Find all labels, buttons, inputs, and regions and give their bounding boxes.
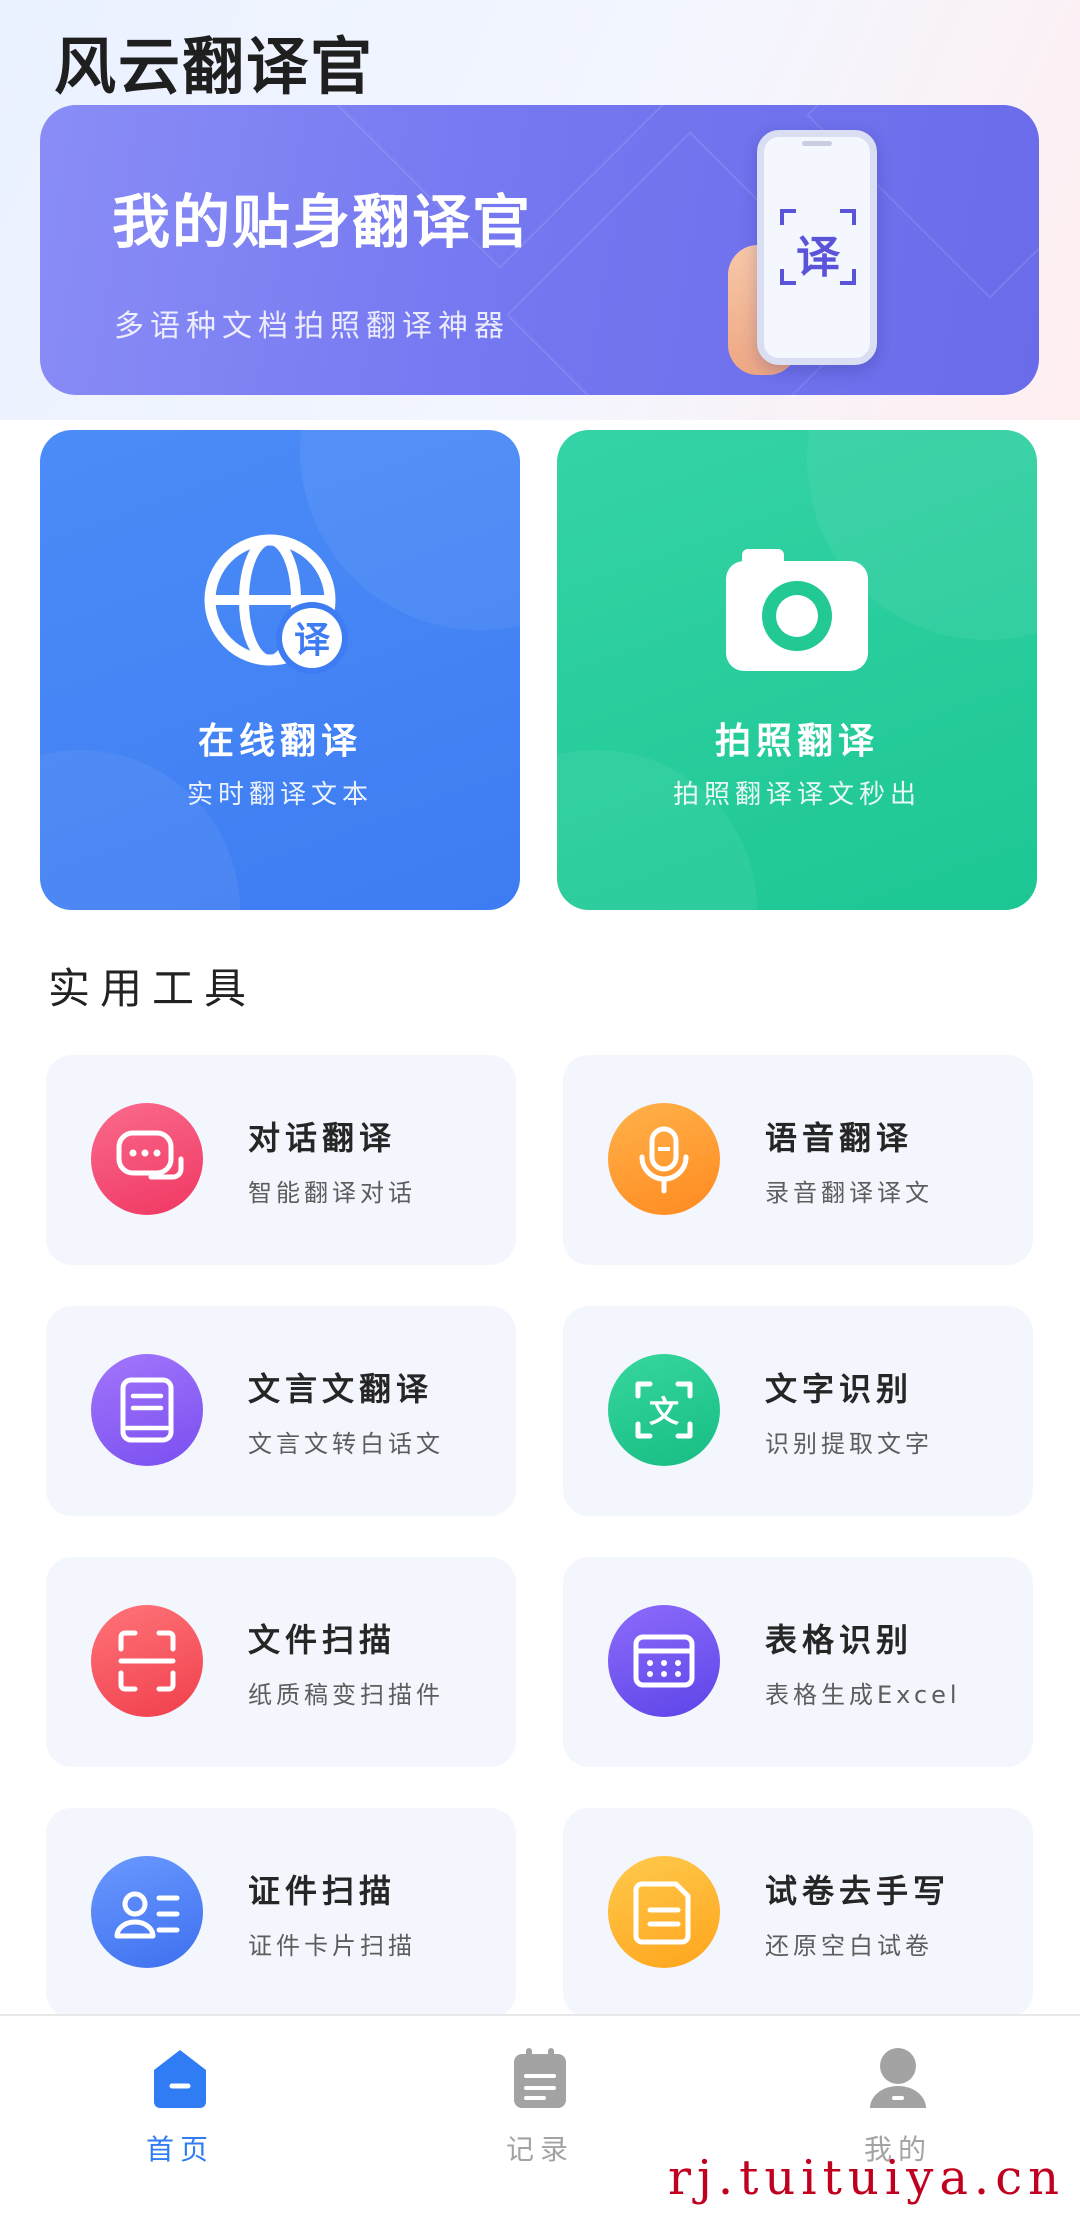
tool-desc: 文言文转白话文	[248, 1430, 444, 1458]
tool-document-scan[interactable]: 文件扫描 纸质稿变扫描件	[46, 1557, 516, 1767]
tool-desc: 录音翻译译文	[765, 1179, 933, 1207]
tool-name: 证件扫描	[248, 1872, 397, 1910]
watermark: rj.tuituiya.cn	[668, 2150, 1065, 2206]
tool-desc: 智能翻译对话	[248, 1179, 416, 1207]
globe-translate-icon: 译	[204, 534, 348, 674]
tool-name: 文言文翻译	[248, 1370, 434, 1408]
photo-translate-title: 拍照翻译	[714, 721, 879, 762]
tool-voice-translate[interactable]: 语音翻译 录音翻译译文	[563, 1055, 1033, 1265]
tool-name: 文件扫描	[248, 1621, 397, 1659]
online-translate-subtitle: 实时翻译文本	[186, 780, 373, 810]
text-glyph: 文	[649, 1395, 679, 1430]
tab-records[interactable]: 记录	[440, 2036, 640, 2176]
id-card-icon	[91, 1856, 203, 1968]
tool-name: 语音翻译	[765, 1119, 914, 1157]
tab-home[interactable]: 首页	[80, 2036, 280, 2176]
home-icon	[154, 2050, 206, 2108]
tool-classical-translate[interactable]: 文言文翻译 文言文转白话文	[46, 1306, 516, 1516]
online-translate-title: 在线翻译	[197, 721, 362, 762]
document-scan-icon	[91, 1605, 203, 1717]
tab-label: 记录	[505, 2133, 574, 2166]
tool-name: 对话翻译	[248, 1119, 397, 1157]
tool-text-recognition[interactable]: 文 文字识别 识别提取文字	[563, 1306, 1033, 1516]
photo-translate-card[interactable]: 拍照翻译 拍照翻译译文秒出	[557, 430, 1037, 910]
promo-banner[interactable]: 我的贴身翻译官 多语种文档拍照翻译神器 译	[40, 105, 1039, 395]
tool-name: 表格识别	[765, 1621, 914, 1659]
app-title: 风云翻译官	[54, 30, 375, 103]
tool-conversation-translate[interactable]: 对话翻译 智能翻译对话	[46, 1055, 516, 1265]
tool-table-recognition[interactable]: 表格识别 表格生成Excel	[563, 1557, 1033, 1767]
tab-label: 首页	[145, 2133, 214, 2166]
tool-desc: 纸质稿变扫描件	[248, 1681, 444, 1709]
phone-illustration: 译	[757, 130, 877, 365]
banner-title: 我的贴身翻译官	[112, 188, 533, 256]
tool-desc: 证件卡片扫描	[248, 1932, 416, 1960]
tool-desc: 还原空白试卷	[765, 1932, 933, 1960]
chat-bubble-icon	[91, 1103, 203, 1215]
banner-subtitle: 多语种文档拍照翻译神器	[114, 309, 510, 344]
text-scan-icon: 文	[608, 1354, 720, 1466]
microphone-icon	[608, 1103, 720, 1215]
camera-icon	[726, 549, 868, 671]
profile-icon	[870, 2048, 926, 2108]
tool-remove-handwriting[interactable]: 试卷去手写 还原空白试卷	[563, 1808, 1033, 2018]
tool-name: 试卷去手写	[765, 1872, 951, 1910]
book-icon	[91, 1354, 203, 1466]
tool-name: 文字识别	[765, 1370, 914, 1408]
tool-id-scan[interactable]: 证件扫描 证件卡片扫描	[46, 1808, 516, 2018]
tools-section-title: 实用工具	[48, 964, 257, 1013]
paper-icon	[608, 1856, 720, 1968]
translate-glyph: 译	[294, 620, 331, 661]
table-icon	[608, 1605, 720, 1717]
tool-desc: 表格生成Excel	[765, 1681, 961, 1709]
translate-glyph: 译	[796, 232, 840, 283]
online-translate-card[interactable]: 译 在线翻译 实时翻译文本	[40, 430, 520, 910]
photo-translate-subtitle: 拍照翻译译文秒出	[672, 780, 921, 810]
records-icon	[514, 2048, 566, 2108]
tool-desc: 识别提取文字	[765, 1430, 933, 1458]
